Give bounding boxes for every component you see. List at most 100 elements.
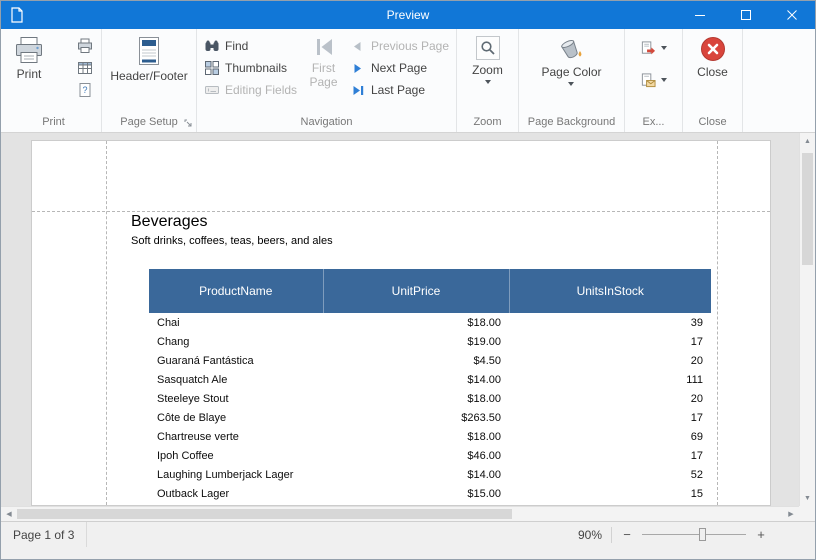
print-info-button[interactable]: ? [77, 82, 93, 98]
report-subtitle: Soft drinks, coffees, teas, beers, and a… [131, 235, 333, 247]
table-column-header: UnitPrice [322, 269, 509, 313]
table-cell: $14.00 [323, 370, 509, 389]
zoom-slider-thumb[interactable] [699, 528, 707, 541]
table-cell: 17 [509, 446, 711, 465]
scroll-right-icon[interactable]: ▶ [783, 507, 799, 521]
maximize-button[interactable] [723, 1, 769, 29]
table-cell: Ipoh Coffee [149, 446, 323, 465]
zoom-slider-track[interactable] [642, 534, 746, 535]
table-row: Guaraná Fantástica $4.50 20 [149, 351, 711, 370]
dialog-launcher-icon[interactable] [184, 119, 193, 128]
scroll-up-icon[interactable]: ▲ [800, 133, 815, 149]
page-indicator: Page 1 of 3 [1, 522, 88, 547]
zoom-button-label: Zoom [472, 63, 503, 77]
table-cell: Chartreuse verte [149, 427, 323, 446]
scroll-down-icon[interactable]: ▼ [800, 490, 815, 506]
window-controls [677, 1, 815, 29]
ribbon-group-export: Ex... [625, 29, 683, 132]
chevron-down-icon [568, 82, 575, 87]
header-footer-button[interactable]: Header/Footer [110, 29, 188, 83]
table-cell: 17 [509, 332, 711, 351]
horizontal-scroll-thumb[interactable] [17, 509, 512, 519]
table-cell: 17 [509, 408, 711, 427]
ribbon-group-close: Close Close [683, 29, 743, 132]
close-window-button[interactable] [769, 1, 815, 29]
printer-small-icon [77, 38, 93, 54]
group-caption-label: Page Setup [120, 115, 178, 128]
horizontal-scrollbar[interactable]: ◀ ▶ [1, 506, 799, 521]
last-page-button[interactable]: Last Page [350, 82, 449, 98]
find-label: Find [225, 39, 249, 53]
thumbnails-icon [204, 60, 220, 76]
table-cell: $18.00 [323, 313, 509, 332]
vertical-scrollbar[interactable]: ▲ ▼ [799, 133, 815, 506]
export-document-icon [640, 40, 656, 57]
quick-print-button[interactable] [77, 38, 93, 54]
minimize-button[interactable] [677, 1, 723, 29]
zoom-in-button[interactable]: + [755, 527, 767, 542]
zoom-out-button[interactable]: − [621, 527, 633, 542]
table-cell: $18.00 [323, 427, 509, 446]
preview-window: Preview Print ? Print Header/Footer Page… [0, 0, 816, 560]
statusbar: Page 1 of 3 90% − + [1, 521, 815, 547]
email-document-icon [640, 72, 656, 89]
last-page-label: Last Page [370, 83, 425, 97]
svg-text:?: ? [82, 85, 87, 95]
table-cell: 20 [509, 389, 711, 408]
page-color-button[interactable]: Page Color [541, 29, 602, 87]
report-title: Beverages [131, 213, 208, 230]
table-cell: Outback Lager [149, 484, 323, 503]
ribbon-group-page-setup: Header/Footer Page Setup [102, 29, 197, 132]
table-cell: 111 [509, 370, 711, 389]
close-icon [787, 10, 797, 20]
report-page: Beverages Soft drinks, coffees, teas, be… [31, 140, 771, 506]
print-button[interactable]: Print [14, 29, 44, 81]
close-red-icon [700, 37, 725, 61]
table-cell: Chang [149, 332, 323, 351]
editing-fields-button[interactable]: Editing Fields [204, 82, 297, 98]
table-cell: Guaraná Fantástica [149, 351, 323, 370]
question-page-icon: ? [77, 82, 93, 98]
table-column-header: ProductName [149, 269, 323, 313]
send-email-button[interactable] [640, 72, 667, 88]
find-button[interactable]: Find [204, 38, 297, 54]
table-row: Chartreuse verte $18.00 69 [149, 427, 711, 446]
table-row: Ipoh Coffee $46.00 17 [149, 446, 711, 465]
table-cell: 15 [509, 484, 711, 503]
report-table: ProductName UnitPrice UnitsInStock Chai $18… [149, 269, 711, 503]
first-page-button[interactable]: First Page [298, 29, 350, 90]
vertical-scroll-thumb[interactable] [802, 153, 813, 265]
margin-guide-top [32, 211, 770, 212]
thumbnails-button[interactable]: Thumbnails [204, 60, 297, 76]
table-cell: $263.50 [323, 408, 509, 427]
table-row: Côte de Blaye $263.50 17 [149, 408, 711, 427]
table-cell: Côte de Blaye [149, 408, 323, 427]
editing-fields-label: Editing Fields [225, 83, 298, 97]
zoom-slider[interactable] [642, 527, 746, 542]
table-row: Steeleye Stout $18.00 20 [149, 389, 711, 408]
table-header-row: ProductName UnitPrice UnitsInStock [149, 269, 711, 313]
scrollbar-corner [799, 506, 815, 521]
ribbon-group-print: Print ? Print [6, 29, 102, 132]
table-cell: $18.00 [323, 389, 509, 408]
scroll-left-icon[interactable]: ◀ [1, 507, 17, 521]
print-options-button[interactable] [77, 60, 93, 76]
next-page-button[interactable]: Next Page [350, 60, 449, 76]
export-to-button[interactable] [640, 40, 667, 56]
document-area: Beverages Soft drinks, coffees, teas, be… [1, 133, 815, 521]
zoom-controls: 90% − + [578, 522, 815, 547]
maximize-icon [741, 10, 751, 20]
previous-page-button[interactable]: Previous Page [350, 38, 449, 54]
paint-bucket-icon [561, 40, 582, 59]
editing-fields-icon [204, 82, 220, 98]
close-preview-button[interactable]: Close [697, 29, 728, 79]
statusbar-divider [611, 526, 612, 543]
table-cell: $15.00 [323, 484, 509, 503]
table-cell: $4.50 [323, 351, 509, 370]
zoom-button[interactable]: Zoom [472, 29, 503, 85]
table-cell: Steeleye Stout [149, 389, 323, 408]
group-caption-navigation: Navigation [300, 115, 353, 128]
first-page-icon [316, 39, 332, 55]
previous-page-icon [350, 41, 366, 52]
close-preview-label: Close [697, 65, 728, 79]
